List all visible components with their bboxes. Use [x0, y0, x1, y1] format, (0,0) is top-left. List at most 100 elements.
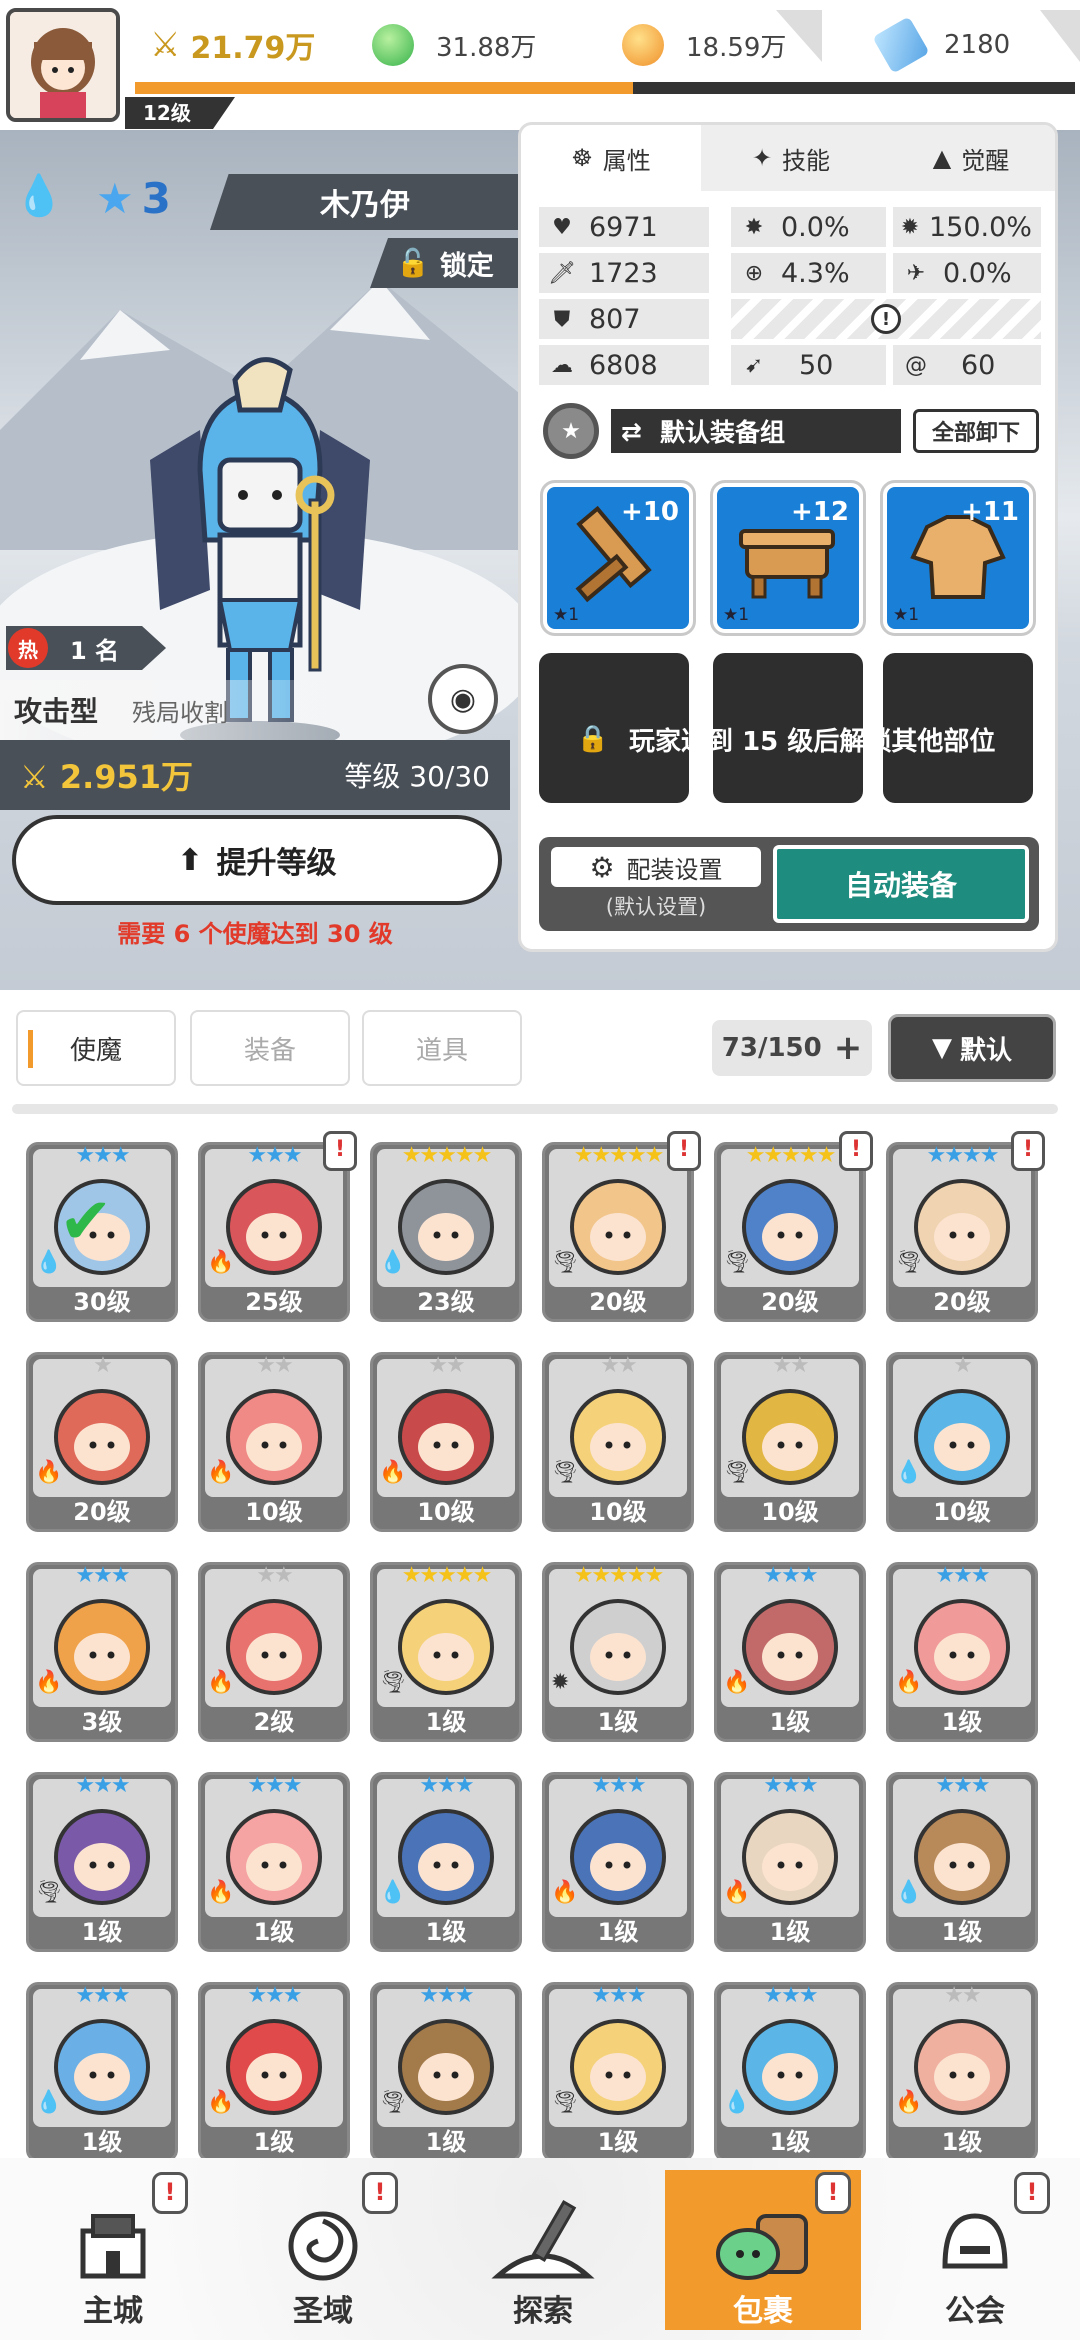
familiar-card[interactable]: ★★★ 🌪 1级 — [542, 1982, 694, 2158]
familiar-level: 1级 — [769, 1918, 811, 1946]
tab-attributes[interactable]: ☸ 属性 — [521, 125, 701, 191]
stat-crit-value: 0.0% — [781, 211, 850, 243]
familiar-card[interactable]: ★★★ 🔥 1级 — [198, 1982, 350, 2158]
upgrade-hint: 需要 6 个使魔达到 30 级 — [117, 920, 393, 948]
familiar-card[interactable]: ★★★★★ 🌪 1级 — [370, 1562, 522, 1742]
rank-text: 1 名 — [70, 636, 120, 665]
popularity-rank[interactable]: 热 1 名 — [6, 626, 166, 670]
familiar-card[interactable]: ★★★ 💧 1级 — [370, 1772, 522, 1952]
nav-main-city[interactable]: 主城 ! — [28, 2170, 198, 2330]
familiar-level: 20级 — [761, 1288, 819, 1316]
star-icon: ★ — [96, 174, 134, 223]
lock-button[interactable]: 🔓 锁定 — [370, 238, 520, 288]
nav-guild[interactable]: 公会 ! — [890, 2170, 1060, 2330]
familiar-card[interactable]: ★★ 🔥 10级 — [370, 1352, 522, 1532]
warning-icon: ! — [871, 304, 901, 334]
alert-icon: ! — [323, 1131, 357, 1171]
auto-equip-button[interactable]: 自动装备 — [773, 845, 1029, 923]
familiar-card[interactable]: ★★★ 🔥 1级 — [886, 1562, 1038, 1742]
gem-currency[interactable]: 2180 — [872, 16, 1060, 74]
familiar-stars: ★★★★★ — [401, 1143, 493, 1168]
evasion-icon: ✈ — [906, 260, 926, 286]
hero-power-row: ⚔ 2.951万 等级 30/30 — [0, 740, 510, 810]
unlock-icon: 🔓 — [396, 248, 430, 279]
familiar-card[interactable]: ★ 🔥 20级 — [26, 1352, 178, 1532]
familiar-card[interactable]: ★★★ 🌪 1级 — [26, 1772, 178, 1952]
familiar-level: 10级 — [245, 1498, 303, 1526]
pierce-icon: ➹ — [744, 352, 764, 378]
green-currency[interactable]: 31.88万 — [372, 18, 572, 72]
stat-accuracy: ⊕ 4.3% — [731, 253, 886, 293]
familiar-card[interactable]: ★★★ 💧 1级 — [714, 1982, 866, 2158]
loadout-settings-button[interactable]: ⚙ 配装设置 — [551, 847, 761, 887]
hot-icon: 热 — [8, 628, 48, 668]
familiar-level: 1级 — [253, 2128, 295, 2156]
familiar-card[interactable]: ★★★★★ 🌪 20级! — [714, 1131, 873, 1322]
stat-speed: ☁ 6808 — [539, 345, 709, 385]
tab-awaken[interactable]: ▲ 觉醒 — [881, 125, 1055, 191]
equip-helmet-plus: +12 — [791, 497, 849, 527]
familiar-card[interactable]: ★★ 🔥 1级 — [886, 1982, 1038, 2158]
equip-armor-plus: +11 — [961, 497, 1019, 527]
equip-slot-armor[interactable]: +11 ★1 — [880, 480, 1036, 636]
nav-guild-alert-icon: ! — [1014, 2172, 1050, 2214]
stat-s1-value: 50 — [799, 349, 834, 381]
nav-sanctuary[interactable]: 圣域 ! — [238, 2170, 408, 2330]
familiar-card[interactable]: ★★★ 💧 1级 — [26, 1982, 178, 2158]
upgrade-level-button[interactable]: ⬆ 提升等级 — [12, 815, 502, 905]
familiar-level: 1级 — [941, 2128, 983, 2156]
familiar-level: 23级 — [417, 1288, 475, 1316]
familiar-card[interactable]: ★★★ 🔥 1级 — [714, 1772, 866, 1952]
panel-tabs: ☸ 属性 ✦ 技能 ▲ 觉醒 — [521, 125, 1055, 191]
familiar-card[interactable]: ★★★ 🔥 1级 — [198, 1772, 350, 1952]
player-avatar[interactable] — [6, 8, 120, 122]
familiar-level: 1级 — [597, 2128, 639, 2156]
nav-bag[interactable]: 包裹 ! — [665, 2170, 861, 2330]
familiar-card[interactable]: ★★★ 💧 30级 ✔ — [26, 1142, 178, 1322]
element-icon: 🔥 — [207, 1880, 235, 1905]
gold-currency-value: 18.59万 — [686, 32, 787, 63]
familiar-card[interactable]: ★★★★ 🌪 20级! — [886, 1131, 1045, 1322]
unequip-all-button[interactable]: 全部卸下 — [913, 409, 1039, 453]
equip-group-selector[interactable]: ⇄ 默认装备组 — [611, 409, 901, 453]
tab-skills[interactable]: ✦ 技能 — [701, 125, 881, 191]
element-icon: 🌪 — [35, 1880, 63, 1905]
alert-icon: ! — [1011, 1131, 1045, 1171]
familiar-stars: ★★ — [256, 1353, 293, 1378]
familiar-stars: ★★ — [772, 1353, 809, 1378]
loadout-settings-label: 配装设置 — [626, 855, 723, 884]
familiar-card[interactable]: ★★ 🌪 10级 — [542, 1352, 694, 1532]
view-details-button[interactable]: ◉ — [428, 664, 498, 734]
nav-explore-label: 探索 — [513, 2294, 573, 2329]
familiar-card[interactable]: ★★★ 🌪 1级 — [370, 1982, 522, 2158]
familiar-card[interactable]: ★★ 🌪 10级 — [714, 1352, 866, 1532]
familiar-level: 1级 — [941, 1918, 983, 1946]
nav-guild-label: 公会 — [945, 2294, 1005, 2329]
familiar-card[interactable]: ★★★ 🔥 25级! — [198, 1131, 357, 1322]
familiar-card[interactable]: ★★★★★ 🌪 20级! — [542, 1131, 701, 1322]
nav-main-city-alert-icon: ! — [152, 2172, 188, 2214]
equip-slot-weapon[interactable]: +10 ★1 — [540, 480, 696, 636]
familiar-card[interactable]: ★★★ 🔥 1级 — [714, 1562, 866, 1742]
familiar-card[interactable]: ★★★★★ 💧 23级 — [370, 1142, 522, 1322]
stat-hp-value: 6971 — [589, 211, 658, 243]
equip-slot-helmet[interactable]: +12 ★1 — [710, 480, 866, 636]
nav-explore[interactable]: 探索 — [458, 2170, 628, 2330]
familiar-stars: ★★★ — [75, 1983, 130, 2008]
familiar-card[interactable]: ★★★★★ ✹ 1级 — [542, 1562, 694, 1742]
familiar-level: 1级 — [425, 1708, 467, 1736]
familiar-card[interactable]: ★★★ 🔥 1级 — [542, 1772, 694, 1952]
element-icon: 🔥 — [207, 1460, 235, 1485]
heart-icon: ♥ — [552, 214, 572, 240]
familiar-stars: ★★★ — [591, 1983, 646, 2008]
familiar-level: 1级 — [597, 1918, 639, 1946]
familiar-card[interactable]: ★★★ 🔥 3级 — [26, 1562, 178, 1742]
upgrade-label: 提升等级 — [216, 846, 337, 881]
stat-atk-value: 1723 — [589, 257, 658, 289]
familiar-card[interactable]: ★★★ 💧 1级 — [886, 1772, 1038, 1952]
familiar-card[interactable]: ★★ 🔥 10级 — [198, 1352, 350, 1532]
familiar-card[interactable]: ★★ 🔥 2级 — [198, 1562, 350, 1742]
inventory-section: 使魔 装备 道具 73/150 + ▼ 默认 ★★★ 💧 30级 ✔ ★★★ 🔥 25级! ★… — [0, 990, 1080, 2340]
familiar-level: 20级 — [589, 1288, 647, 1316]
familiar-card[interactable]: ★ 💧 10级 — [886, 1352, 1038, 1532]
